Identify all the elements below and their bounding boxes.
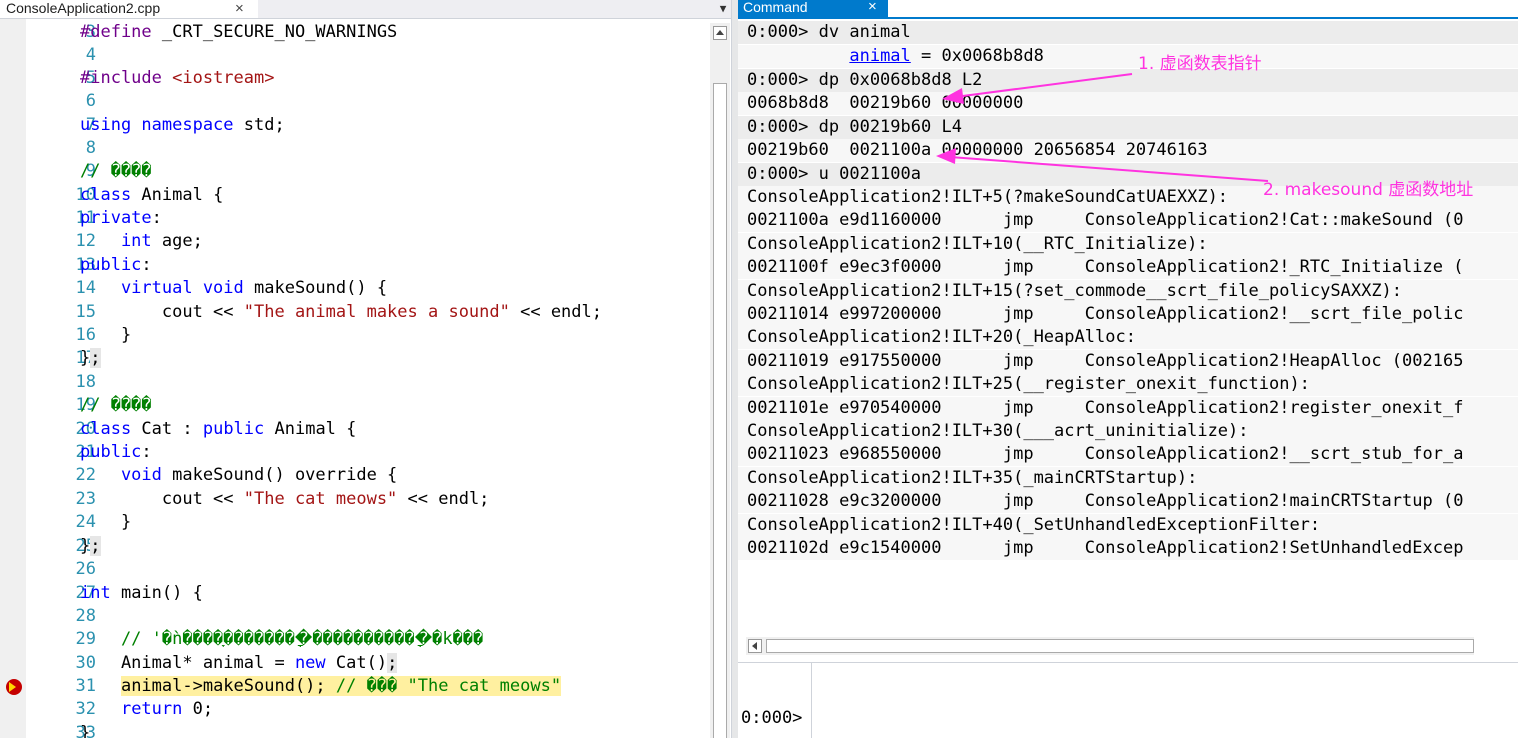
code-line: 10 class Animal { — [26, 184, 710, 207]
code-line: 28 — [26, 605, 710, 628]
output-line: 0068b8d8 00219b60 00000000 — [738, 92, 1518, 115]
output-line: ConsoleApplication2!ILT+15(?set_commode_… — [738, 280, 1518, 303]
scroll-up-arrow-icon[interactable] — [713, 26, 727, 40]
command-prompt: 0:000> — [741, 708, 803, 728]
output-line: 0:000> dp 00219b60 L4 — [738, 116, 1518, 139]
code-line: 19// ���� — [26, 394, 710, 417]
code-line: 3 #define _CRT_SECURE_NO_WARNINGS — [26, 21, 710, 44]
code-line: 17}; — [26, 347, 710, 370]
output-line: 0021100f e9ec3f0000 jmp ConsoleApplicati… — [738, 256, 1518, 279]
output-line: 00219b60 0021100a 00000000 20656854 2074… — [738, 139, 1518, 162]
prompt-box: 0:000> — [738, 663, 812, 738]
code-line: 5 #include <iostream> — [26, 67, 710, 90]
command-window: Command × 0:000> dv animal animal = 0x00… — [738, 0, 1518, 738]
code-line: 25}; — [26, 535, 710, 558]
code-line: 8 — [26, 137, 710, 160]
output-line: 0:000> dv animal — [738, 21, 1518, 44]
annotation-makesound-address: 2. makesound 虚函数地址 — [1263, 180, 1474, 200]
output-line: 00211023 e968550000 jmp ConsoleApplicati… — [738, 443, 1518, 466]
line-number: 26 — [75, 559, 96, 579]
scrollbar-thumb[interactable] — [713, 83, 727, 738]
code-line: 18 — [26, 371, 710, 394]
code-line: 13 public: — [26, 254, 710, 277]
output-line: ConsoleApplication2!ILT+40(_SetUnhandled… — [738, 514, 1518, 537]
variable-link[interactable]: animal — [849, 46, 910, 66]
code-line: 27 int main() { — [26, 582, 710, 605]
scroll-left-arrow-icon[interactable] — [748, 639, 762, 653]
annotation-vtable-pointer: 1. 虚函数表指针 — [1138, 54, 1262, 74]
tab-consoleapplication2-cpp[interactable]: ConsoleApplication2.cpp × — [0, 0, 258, 18]
line-number: 18 — [75, 372, 96, 392]
output-line: ConsoleApplication2!ILT+10(__RTC_Initial… — [738, 233, 1518, 256]
output-line: 00211014 e997200000 jmp ConsoleApplicati… — [738, 303, 1518, 326]
command-output[interactable]: 0:000> dv animal animal = 0x0068b8d8 0:0… — [738, 21, 1518, 638]
breakpoint-current-line-icon[interactable] — [6, 679, 22, 695]
code-line: 7 using namespace std; — [26, 114, 710, 137]
code-line: 11 private: — [26, 207, 710, 230]
tab-label: ConsoleApplication2.cpp — [6, 0, 161, 16]
output-line: 00211019 e917550000 jmp ConsoleApplicati… — [738, 350, 1518, 373]
editor-tab-bar: ConsoleApplication2.cpp × ▼ — [0, 0, 738, 19]
code-line-current: 31 animal->makeSound(); // ��� "The cat … — [26, 675, 710, 698]
command-input-area: 0:000> — [738, 662, 1518, 738]
output-line: ConsoleApplication2!ILT+35(_mainCRTStart… — [738, 467, 1518, 490]
output-line: 0:000> dp 0x0068b8d8 L2 — [738, 69, 1518, 92]
editor-vertical-scrollbar[interactable] — [710, 23, 730, 738]
command-input[interactable] — [814, 663, 1518, 738]
code-line: 20 class Cat : public Animal { — [26, 418, 710, 441]
line-number: 6 — [85, 91, 96, 111]
code-line: 22 void makeSound() override { — [26, 464, 710, 487]
code-line: 14 virtual void makeSound() { — [26, 277, 710, 300]
scrollbar-thumb[interactable] — [766, 639, 1474, 653]
code-line: 4 — [26, 44, 710, 67]
code-line: 29 // '�ǹ����ָ��������ָ�����������ָ�k��� — [26, 628, 710, 651]
output-line: 0021100a e9d1160000 jmp ConsoleApplicati… — [738, 209, 1518, 232]
close-icon[interactable]: × — [235, 0, 244, 17]
code-line: 15 cout << "The animal makes a sound" <<… — [26, 301, 710, 324]
code-line: 23 cout << "The cat meows" << endl; — [26, 488, 710, 511]
code-editor: ConsoleApplication2.cpp × ▼ 3 #define _CR… — [0, 0, 738, 738]
output-line: 0021102d e9c1540000 jmp ConsoleApplicati… — [738, 537, 1518, 560]
output-line: ConsoleApplication2!ILT+20(_HeapAlloc: — [738, 326, 1518, 349]
output-line: 00211028 e9c3200000 jmp ConsoleApplicati… — [738, 490, 1518, 513]
tab-label: Command — [743, 0, 808, 15]
code-line: 33} — [26, 722, 710, 738]
code-line: 30 Animal* animal = new Cat(); — [26, 652, 710, 675]
code-line: 9// ���� — [26, 160, 710, 183]
tab-command[interactable]: Command × — [738, 0, 888, 17]
code-line: 21 public: — [26, 441, 710, 464]
output-line: ConsoleApplication2!ILT+25(__register_on… — [738, 373, 1518, 396]
tab-dropdown-icon[interactable]: ▼ — [716, 0, 730, 18]
output-line: animal = 0x0068b8d8 — [738, 45, 1518, 68]
output-line: ConsoleApplication2!ILT+30(___acrt_unini… — [738, 420, 1518, 443]
code-line: 24 } — [26, 511, 710, 534]
code-line: 26 — [26, 558, 710, 581]
glyph-margin[interactable] — [0, 19, 26, 738]
code-line: 32 return 0; — [26, 698, 710, 721]
line-number: 28 — [75, 606, 96, 626]
code-line: 16 } — [26, 324, 710, 347]
line-number: 4 — [85, 45, 96, 65]
close-icon[interactable]: × — [868, 0, 877, 15]
current-statement: animal->makeSound(); — [120, 676, 326, 696]
tab-underline — [738, 17, 1518, 19]
code-area[interactable]: 3 #define _CRT_SECURE_NO_WARNINGS 4 5 #inc… — [26, 19, 710, 738]
line-number: 8 — [85, 138, 96, 158]
code-line: 6 — [26, 90, 710, 113]
output-line: 0021101e e970540000 jmp ConsoleApplicati… — [738, 397, 1518, 420]
code-line: 12 int age; — [26, 230, 710, 253]
output-horizontal-scrollbar[interactable] — [746, 637, 1474, 655]
